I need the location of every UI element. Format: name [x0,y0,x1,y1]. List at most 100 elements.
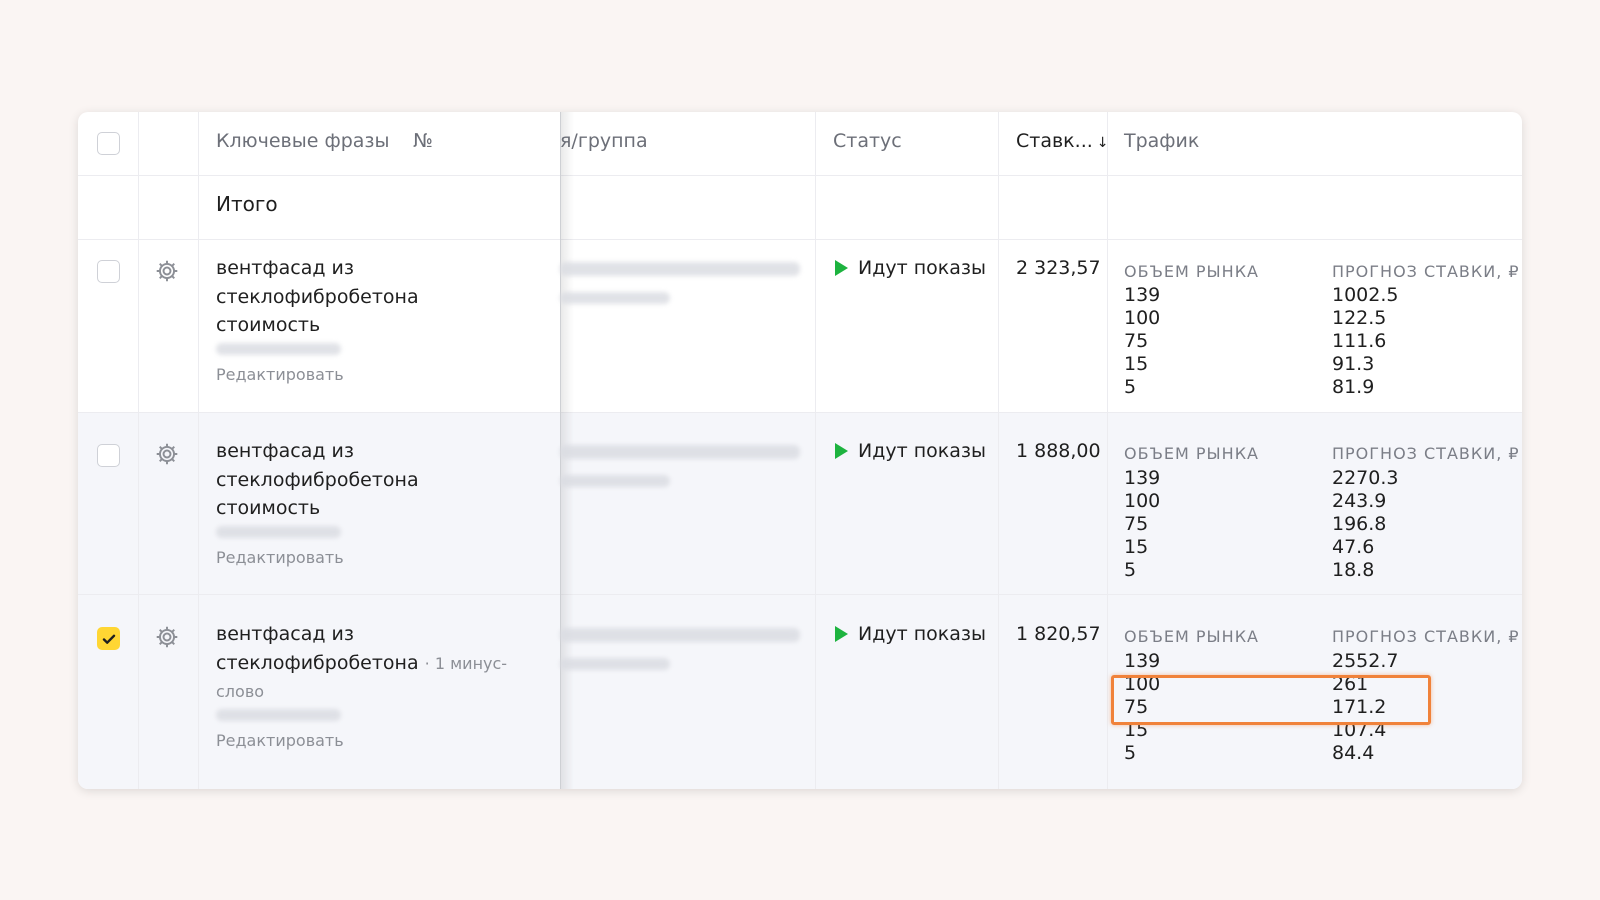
gear-icon[interactable] [154,258,180,284]
forecast-value: 91.3 [1332,353,1375,375]
sort-arrow-icon: ↓ [1096,135,1109,151]
column-header-number[interactable]: № [413,130,433,152]
keyword-phrase: вентфасад из стеклофибробетона · 1 минус… [216,620,556,707]
play-icon [835,626,848,642]
blurred-group-name [560,628,800,642]
bid-forecast-list: 2270.3 243.9 196.8 47.6 18.8 [1332,467,1398,582]
play-icon [835,260,848,276]
column-header-traffic[interactable]: Трафик [1124,130,1199,152]
minus-words-suffix[interactable]: слово [216,678,556,707]
volume-value: 139 [1124,284,1161,306]
forecast-value: 84.4 [1332,742,1375,764]
edit-link[interactable]: Редактировать [216,731,344,750]
keyword-line: стеклофибробетона [216,468,419,491]
keyword-line-with-minus: стеклофибробетона · 1 минус- [216,649,556,679]
gear-icon[interactable] [154,441,180,467]
column-header-bid-label: Ставк... [1016,130,1093,152]
forecast-value: 243.9 [1332,490,1387,512]
keyword-line: стеклофибробетона [216,651,419,674]
status-text: Идут показы [858,440,986,462]
column-divider [998,112,999,789]
edit-link[interactable]: Редактировать [216,548,344,567]
bid-value: 1 820,57 [1016,623,1101,645]
check-icon [102,634,115,644]
forecast-value: 1002.5 [1332,284,1399,306]
select-all-checkbox[interactable] [97,132,120,155]
blurred-group-name [560,445,800,459]
row-checkbox-checked[interactable] [97,627,120,650]
blurred-keyword-id [216,709,341,721]
forecast-value: 2270.3 [1332,467,1399,489]
volume-value: 75 [1124,330,1149,352]
row-checkbox[interactable] [97,444,120,467]
keyword-phrase: вентфасад из стеклофибробетона стоимость [216,254,516,340]
blurred-keyword-id [216,343,341,355]
bid-value: 1 888,00 [1016,440,1101,462]
divider [78,412,1522,413]
status-text: Идут показы [858,257,986,279]
volume-value: 139 [1124,467,1161,489]
forecast-value: 18.8 [1332,559,1375,581]
minus-words-count[interactable]: · 1 минус- [425,654,507,673]
column-divider [138,112,139,789]
forecast-value: 81.9 [1332,376,1375,398]
divider [78,594,1522,595]
bid-value: 2 323,57 [1016,257,1101,279]
keyword-line: вентфасад из [216,440,354,462]
status-label: Идут показы [835,257,986,279]
row-checkbox[interactable] [97,260,120,283]
status-label: Идут показы [835,623,986,645]
divider [78,175,1522,176]
keyword-line: стоимость [216,497,321,519]
bid-forecast-label: ПРОГНОЗ СТАВКИ, ₽ [1332,627,1520,646]
gear-icon[interactable] [154,624,180,650]
volume-value: 5 [1124,742,1137,764]
keyword-line: вентфасад из [216,623,354,645]
total-label: Итого [216,192,278,216]
forecast-value: 196.8 [1332,513,1387,535]
volume-value: 100 [1124,307,1161,329]
status-text: Идут показы [858,623,986,645]
column-divider [198,112,199,789]
blurred-group-name [560,262,800,276]
keyword-line: стеклофибробетона [216,285,419,308]
status-label: Идут показы [835,440,986,462]
bid-forecast-list: 1002.5 122.5 111.6 91.3 81.9 [1332,284,1398,399]
market-volume-list: 139 100 75 15 5 [1124,284,1160,399]
forecast-value: 47.6 [1332,536,1375,558]
highlight-box [1111,675,1431,725]
blurred-group-id [560,475,670,487]
blurred-group-id [560,658,670,670]
market-volume-label: ОБЪЕМ РЫНКА [1124,262,1259,281]
keyword-line: стоимость [216,314,321,336]
edit-link[interactable]: Редактировать [216,365,344,384]
market-volume-label: ОБЪЕМ РЫНКА [1124,627,1259,646]
market-volume-list: 139 100 75 15 5 [1124,467,1160,582]
volume-value: 15 [1124,536,1149,558]
column-header-keywords[interactable]: Ключевые фразы [216,130,390,152]
forecast-value: 111.6 [1332,330,1387,352]
column-header-status[interactable]: Статус [833,130,902,152]
keyword-line: вентфасад из [216,257,354,279]
column-divider [815,112,816,789]
column-divider [1107,112,1108,789]
blurred-keyword-id [216,526,341,538]
bid-forecast-label: ПРОГНОЗ СТАВКИ, ₽ [1332,262,1520,281]
play-icon [835,443,848,459]
forecast-value: 122.5 [1332,307,1387,329]
market-volume-label: ОБЪЕМ РЫНКА [1124,444,1259,463]
keyword-phrase: вентфасад из стеклофибробетона стоимость [216,437,516,523]
volume-value: 75 [1124,513,1149,535]
divider [78,239,1522,240]
keywords-table: Ключевые фразы № я/группа Статус Ставк..… [78,112,1522,789]
volume-value: 5 [1124,559,1137,581]
volume-value: 15 [1124,353,1149,375]
blurred-group-id [560,292,670,304]
column-header-group[interactable]: я/группа [560,130,648,152]
volume-value: 100 [1124,490,1161,512]
forecast-value: 2552.7 [1332,650,1399,672]
volume-value: 5 [1124,376,1137,398]
volume-value: 139 [1124,650,1161,672]
bid-forecast-label: ПРОГНОЗ СТАВКИ, ₽ [1332,444,1520,463]
column-header-bid[interactable]: Ставк... ↓ [1016,130,1109,152]
